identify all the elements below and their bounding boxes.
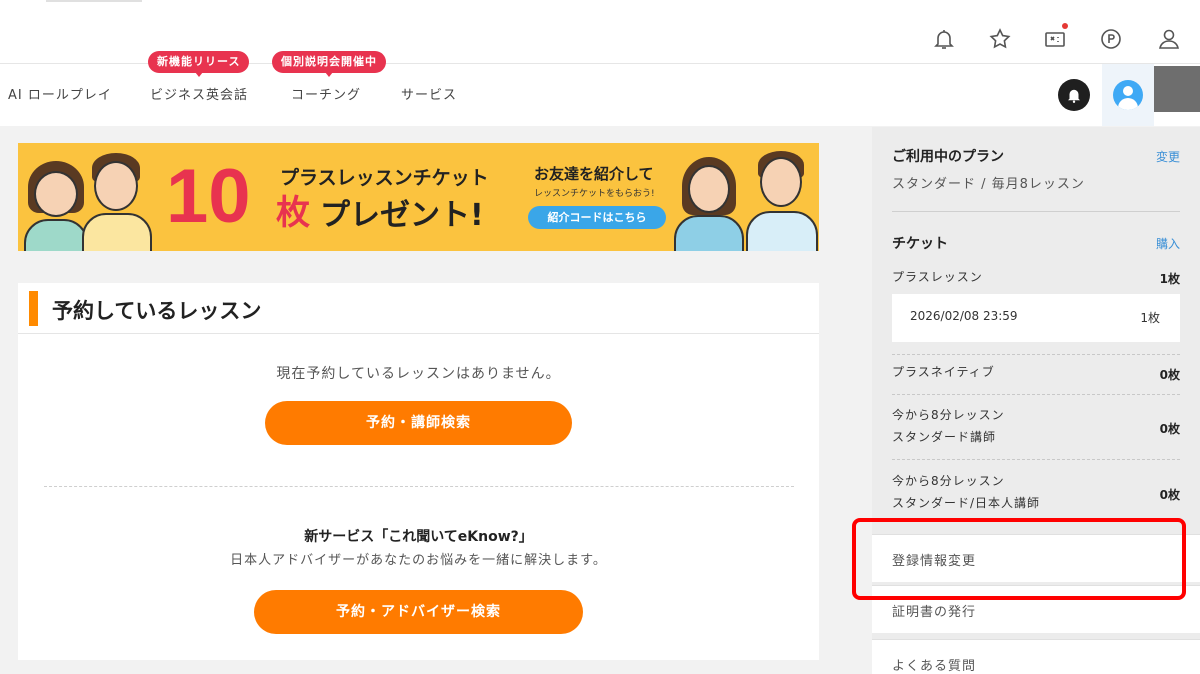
user-icon[interactable] (1156, 26, 1182, 52)
banner-number: 10 (166, 154, 251, 239)
nav-business-english[interactable]: 新機能リリース ビジネス英会話 (148, 51, 250, 103)
plus-native-label: プラスネイティブ (892, 365, 995, 379)
card-title: 予約しているレッスン (52, 299, 262, 323)
banner-subtext: レッスンチケットをもらおう! (534, 189, 655, 199)
plus-native-value: 0枚 (1159, 368, 1180, 382)
nav-item-label: コーチング (291, 88, 362, 103)
row-divider (892, 459, 1180, 460)
plan-change-link[interactable]: 変更 (1156, 148, 1180, 165)
notification-bell-icon[interactable] (1058, 79, 1090, 111)
ticket-buy-link[interactable]: 購入 (1156, 235, 1180, 252)
nav-item-label: サービス (401, 88, 458, 103)
star-icon[interactable] (987, 26, 1013, 52)
avatar-icon (1113, 80, 1143, 110)
ticket-expiry-box: 2026/02/08 23:59 1枚 (892, 294, 1180, 342)
row-divider (892, 354, 1180, 355)
plan-separator (892, 211, 1180, 212)
points-icon[interactable] (1098, 26, 1124, 52)
ticket-title: チケット (892, 236, 948, 252)
nav-coaching[interactable]: 個別説明会開催中 コーチング (272, 51, 386, 103)
banner-title: プラスレッスンチケット (280, 167, 489, 189)
nav-services[interactable]: サービス (401, 84, 457, 103)
header-divider (46, 0, 142, 2)
nav-right-tools (1046, 64, 1200, 126)
standard-lesson-line1: 今から8分レッスン (892, 408, 1005, 422)
menu-certificate-label: 証明書の発行 (892, 605, 977, 620)
plus-lesson-value: 1枚 (1159, 272, 1180, 286)
banner-present: プレゼント! (320, 198, 484, 233)
section-divider (44, 486, 794, 487)
new-service-title: 新サービス「これ聞いてeKnow?」 (304, 529, 533, 545)
japanese-lesson-label: 今から8分レッスン スタンダード/日本人講師 (892, 470, 1040, 514)
referral-banner[interactable]: 10 プラスレッスンチケット 枚 プレゼント! お友達を紹介して レッスンチケッ… (18, 143, 819, 251)
standard-lesson-value: 0枚 (1159, 422, 1180, 436)
menu-faq[interactable]: よくある質問 (872, 639, 1200, 674)
referral-code-button[interactable]: 紹介コードはこちら (528, 206, 666, 229)
plan-name: スタンダード / 毎月8レッスン (892, 177, 1085, 192)
search-teacher-button[interactable]: 予約・講師検索 (265, 401, 572, 445)
new-feature-badge: 新機能リリース (148, 51, 250, 77)
row-divider (892, 394, 1180, 395)
card-accent-bar (29, 291, 38, 326)
standard-lesson-label: 今から8分レッスン スタンダード講師 (892, 404, 1005, 448)
nav-ai-roleplay[interactable]: AI ロールプレイ (8, 84, 112, 103)
nav-item-label: AI ロールプレイ (8, 88, 112, 103)
banner-unit: 枚 (276, 193, 310, 233)
card-header: 予約しているレッスン (18, 283, 819, 334)
coupon-icon[interactable] (1042, 23, 1068, 52)
japanese-lesson-value: 0枚 (1159, 488, 1180, 502)
plus-lesson-label: プラスレッスン (892, 270, 983, 284)
main-nav: AI ロールプレイ 新機能リリース ビジネス英会話 個別説明会開催中 コーチング… (0, 51, 1046, 126)
menu-faq-label: よくある質問 (892, 659, 977, 674)
notification-dot (1062, 23, 1068, 29)
standard-lesson-line2: スタンダード講師 (892, 430, 997, 444)
new-service-description: 日本人アドバイザーがあなたのお悩みを一緒に解決します。 (230, 553, 607, 568)
japanese-lesson-line1: 今から8分レッスン (892, 474, 1005, 488)
banner-friend-text: お友達を紹介して (534, 165, 654, 183)
bell-icon[interactable] (931, 26, 957, 52)
ticket-expiry-count: 1枚 (1140, 311, 1160, 325)
profile-image (1154, 66, 1200, 112)
japanese-lesson-line2: スタンダード/日本人講師 (892, 496, 1041, 510)
nav-item-label: ビジネス英会話 (150, 88, 249, 103)
empty-lessons-message: 現在予約しているレッスンはありません。 (276, 366, 561, 382)
plan-title: ご利用中のプラン (892, 149, 1004, 165)
briefing-badge: 個別説明会開催中 (272, 51, 386, 77)
search-advisor-button[interactable]: 予約・アドバイザー検索 (254, 590, 583, 634)
reserved-lessons-card: 予約しているレッスン 現在予約しているレッスンはありません。 予約・講師検索 新… (18, 283, 819, 660)
avatar-button[interactable] (1102, 64, 1154, 126)
ticket-expiry-date: 2026/02/08 23:59 (910, 309, 1018, 323)
highlight-box (852, 518, 1186, 600)
